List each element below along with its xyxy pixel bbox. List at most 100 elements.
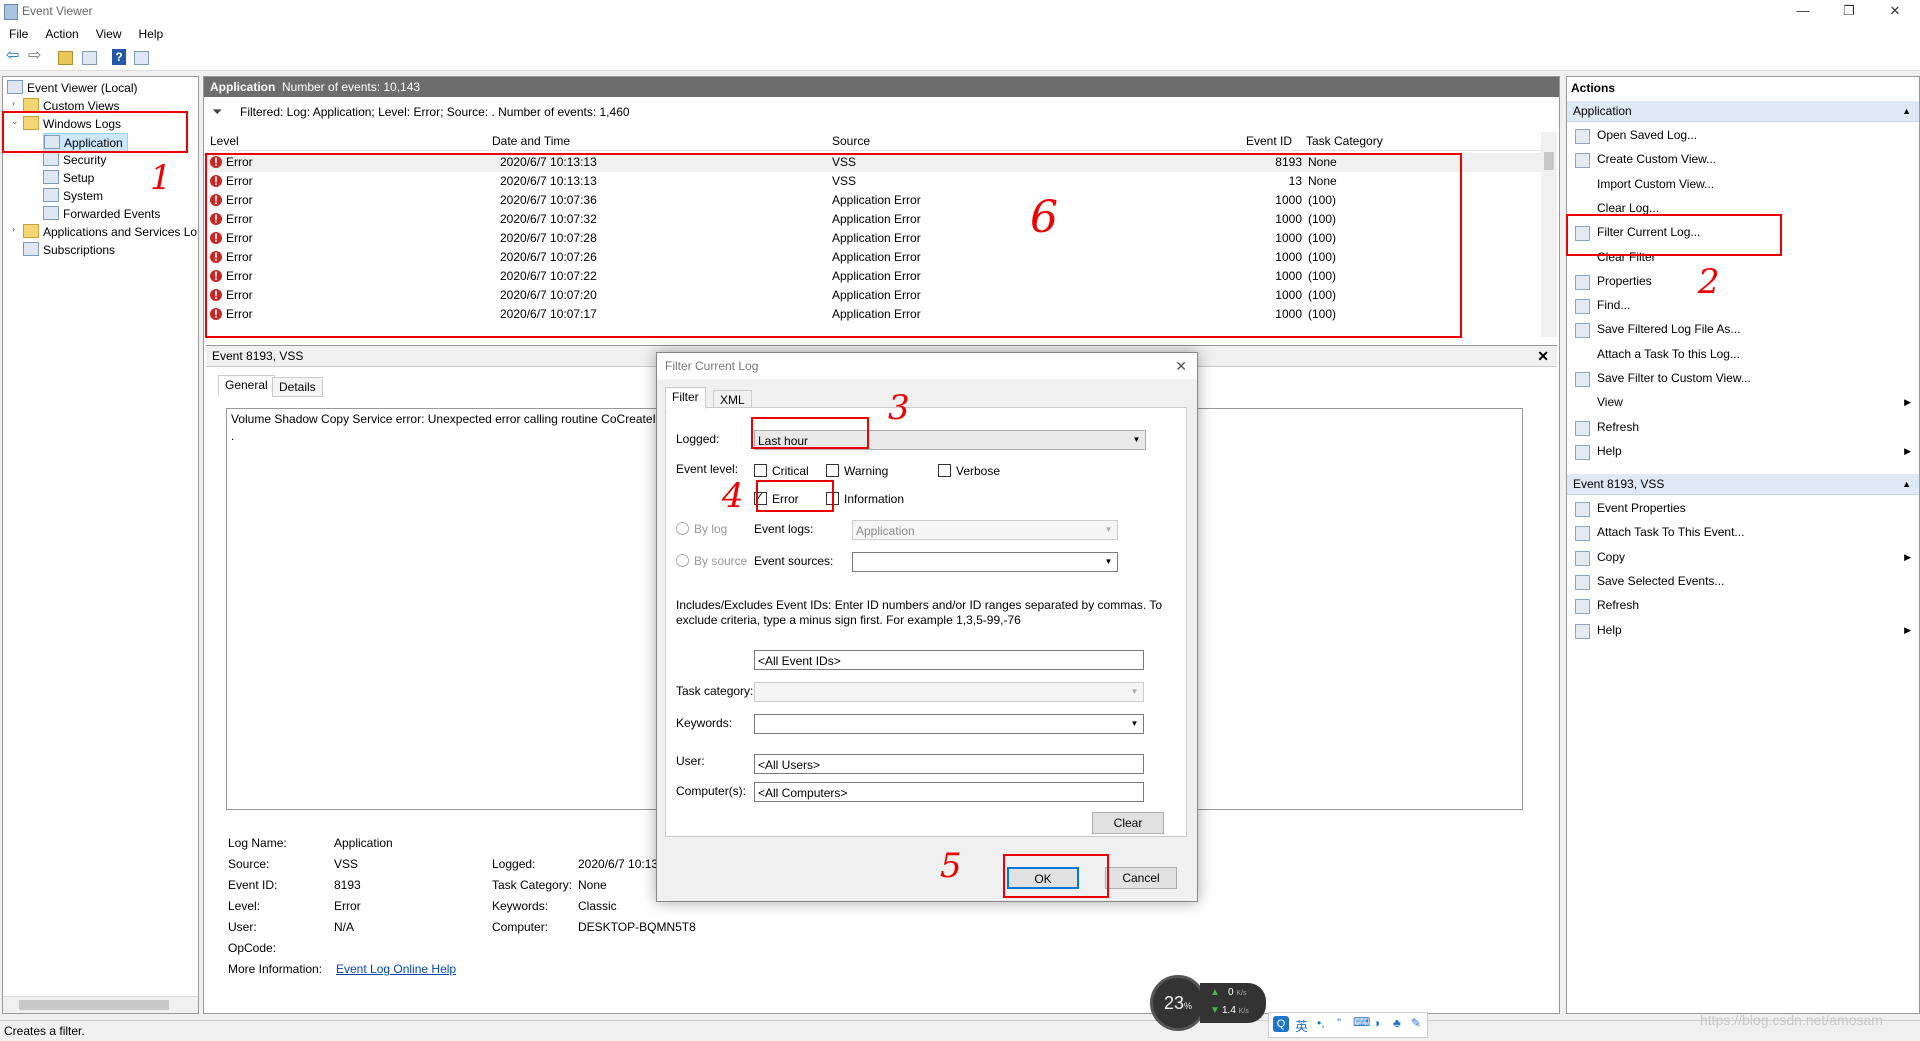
up-folder-icon[interactable] [58,51,73,65]
chevron-down-icon: ▼ [1132,435,1141,444]
computer-value: DESKTOP-BQMN5T8 [578,920,696,934]
action-attach-task-to-this-event[interactable]: Attach Task To This Event... [1567,522,1919,542]
action-copy[interactable]: Copy ▶ [1567,547,1919,567]
tree-item-setup[interactable]: Setup [43,169,94,187]
ime-logo-icon[interactable]: Q [1273,1016,1289,1032]
tree-item-system[interactable]: System [43,187,103,205]
action-open-saved-log[interactable]: Open Saved Log... [1567,125,1919,145]
action-save-filter-to-custom-view[interactable]: Save Filter to Custom View... [1567,368,1919,388]
task-category-dropdown[interactable]: ▼ [754,682,1144,702]
by-log-radio[interactable] [676,522,689,535]
collapse-section-icon[interactable]: ▲ [1902,474,1911,494]
submenu-arrow-icon: ▶ [1904,551,1911,562]
download-arrow-icon: ▼ [1210,1005,1220,1016]
computers-input[interactable]: <All Computers> [754,782,1144,802]
information-label: Information [844,492,905,506]
network-speed-widget: 23% ▲ 0 K/s ▼ 1.4 K/s [1150,975,1270,1031]
menu-help[interactable]: Help [130,24,172,41]
action-refresh[interactable]: Refresh [1567,417,1919,437]
ime-language-toggle[interactable]: 英 [1295,1016,1308,1035]
back-icon[interactable]: ⇦ [6,48,22,65]
action-help[interactable]: Help ▶ [1567,441,1919,461]
action-event-properties[interactable]: Event Properties [1567,498,1919,518]
expand-arrow-icon[interactable]: › [12,224,15,234]
menu-view[interactable]: View [87,24,130,41]
action-create-custom-view[interactable]: Create Custom View... [1567,149,1919,169]
cancel-button[interactable]: Cancel [1105,867,1177,889]
tree-item-applications-and-services[interactable]: Applications and Services Lo [23,223,197,241]
action-refresh[interactable]: Refresh [1567,595,1919,615]
filter-icon [1575,153,1590,169]
ime-punctuation-icon[interactable]: •, [1317,1016,1325,1030]
tree-item-security[interactable]: Security [43,151,106,169]
clear-button[interactable]: Clear [1092,812,1164,834]
column-level[interactable]: Level [210,134,239,148]
ime-fullwidth-icon[interactable]: ◑ [1373,1016,1380,1030]
grid-vertical-scrollbar[interactable] [1541,132,1557,337]
action-view[interactable]: View ▶ [1567,392,1919,412]
collapse-section-icon[interactable]: ▲ [1902,101,1911,121]
actions-section-application[interactable]: Application ▲ [1567,101,1919,122]
event-viewer-icon [7,80,23,94]
action-help[interactable]: Help ▶ [1567,620,1919,640]
by-source-radio[interactable] [676,554,689,567]
minimize-button[interactable]: — [1780,0,1826,24]
tab-details[interactable]: Details [272,377,323,397]
event-logs-dropdown[interactable]: Application ▼ [852,520,1118,540]
action-label: Save Filtered Log File As... [1597,322,1741,337]
show-hide-action-pane-icon[interactable] [134,51,149,65]
event-ids-input[interactable]: <All Event IDs> [754,650,1144,670]
keywords-dropdown[interactable]: ▼ [754,714,1144,734]
expand-arrow-icon[interactable]: › [12,98,15,108]
ime-settings-icon[interactable]: ✎ [1411,1016,1421,1030]
cpu-usage-circle: 23% [1150,975,1206,1031]
action-find[interactable]: Find... [1567,295,1919,315]
ime-skin-icon[interactable]: ♣ [1393,1016,1401,1030]
event-sources-dropdown[interactable]: ▼ [852,552,1118,572]
menu-file[interactable]: File [0,24,36,41]
by-log-label: By log [694,522,728,536]
dialog-close-icon[interactable]: ✕ [1175,353,1187,379]
action-save-filtered-log-file-as[interactable]: Save Filtered Log File As... [1567,319,1919,339]
log-icon [43,188,59,202]
tree-item-forwarded-events[interactable]: Forwarded Events [43,205,160,223]
close-detail-icon[interactable]: ✕ [1537,346,1549,366]
actions-section-event[interactable]: Event 8193, VSS ▲ [1567,474,1919,495]
action-attach-a-task-to-this-log[interactable]: Attach a Task To this Log... [1567,344,1919,364]
help-toolbar-icon[interactable]: ? [112,49,126,65]
scrollbar-thumb[interactable] [1544,152,1554,170]
tree-item-subscriptions[interactable]: Subscriptions [23,241,115,259]
ime-keyboard-icon[interactable]: ⌨ [1353,1015,1370,1029]
action-label: Help [1597,622,1622,637]
dialog-title-bar: Filter Current Log ✕ [657,353,1197,379]
tree-horizontal-scrollbar[interactable] [3,996,198,1013]
tree-item-event-viewer-local[interactable]: Event Viewer (Local) [7,79,138,97]
column-date-time[interactable]: Date and Time [492,134,570,148]
action-save-selected-events[interactable]: Save Selected Events... [1567,571,1919,591]
show-hide-tree-icon[interactable] [82,51,97,65]
critical-checkbox[interactable] [754,464,767,477]
dialog-tab-filter[interactable]: Filter [665,387,706,409]
user-input[interactable]: <All Users> [754,754,1144,774]
event-log-online-help-link[interactable]: Event Log Online Help [336,962,456,976]
verbose-checkbox[interactable] [938,464,951,477]
scrollbar-thumb[interactable] [19,1000,169,1010]
restore-button[interactable]: ❐ [1826,0,1872,24]
forward-icon[interactable]: ⇨ [28,48,44,65]
column-task-category[interactable]: Task Category [1306,134,1383,148]
action-properties[interactable]: Properties [1567,271,1919,291]
critical-label: Critical [772,464,809,478]
menu-action[interactable]: Action [36,24,86,41]
watermark: https://blog.csdn.net/amosam [1700,1012,1883,1028]
column-source[interactable]: Source [832,134,870,148]
subscriptions-icon [23,242,39,256]
action-label: Create Custom View... [1597,152,1717,167]
close-window-button[interactable]: ✕ [1872,0,1918,24]
action-import-custom-view[interactable]: Import Custom View... [1567,174,1919,194]
tab-general[interactable]: General [218,375,275,395]
open-log-icon [1575,129,1590,144]
warning-checkbox[interactable] [826,464,839,477]
title-bar: Event Viewer — ❐ ✕ [0,0,1920,24]
column-event-id[interactable]: Event ID [1246,134,1292,148]
ime-quote-icon[interactable]: ” [1337,1016,1341,1030]
